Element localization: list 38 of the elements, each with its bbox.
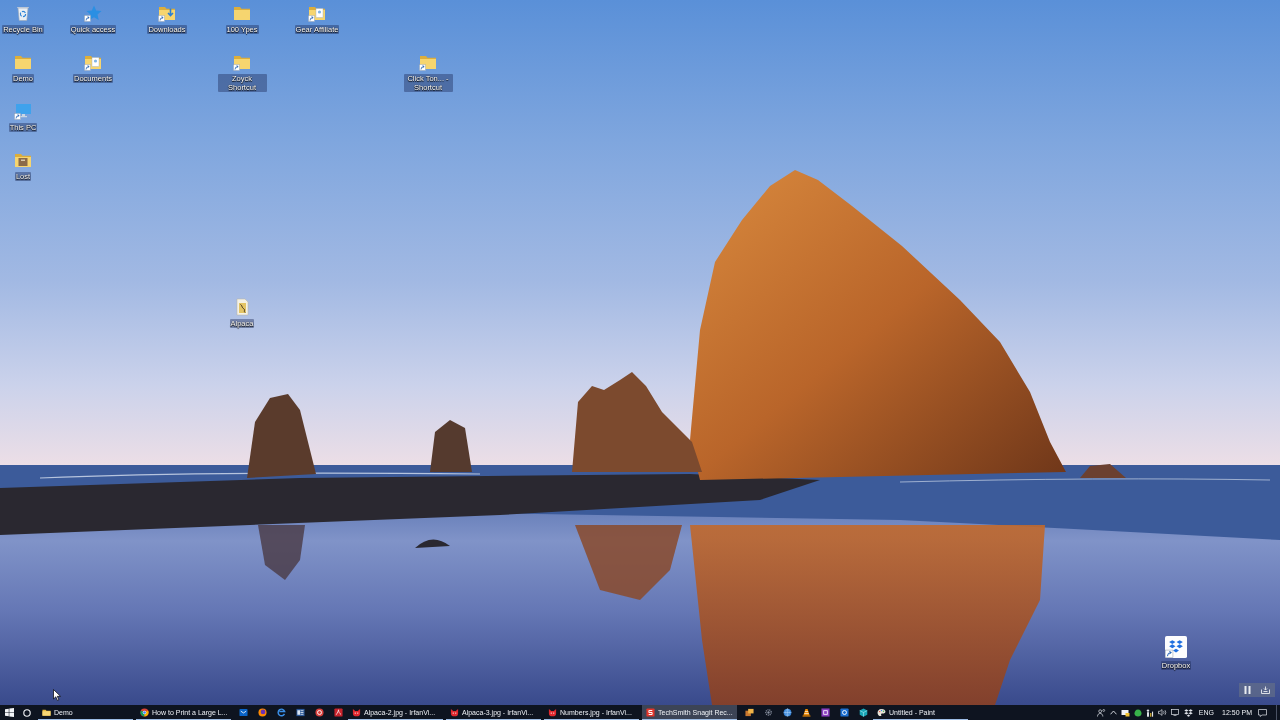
segmented-circle-icon xyxy=(140,708,149,717)
notification-icon[interactable] xyxy=(1258,708,1267,717)
chevron-up-icon[interactable] xyxy=(1109,710,1117,715)
rock-reflection xyxy=(258,525,305,580)
pause-icon[interactable] xyxy=(1244,686,1251,694)
palette-icon xyxy=(877,708,886,717)
inbox-icon[interactable] xyxy=(1261,686,1270,694)
rock xyxy=(1080,464,1126,478)
bars-icon[interactable] xyxy=(1145,708,1154,717)
ring-icon xyxy=(315,708,324,717)
traffic-cone-icon xyxy=(802,708,811,717)
speaker-icon[interactable] xyxy=(1157,709,1167,716)
monitor-icon[interactable] xyxy=(1170,709,1180,716)
cursor-icon xyxy=(53,689,61,701)
diamond-logo-icon[interactable] xyxy=(1183,708,1193,717)
gear-icon xyxy=(764,708,773,717)
peak-tile-icon xyxy=(334,708,343,717)
orb-icon xyxy=(258,708,267,717)
stack-icon xyxy=(745,708,754,717)
cube-icon xyxy=(859,708,868,717)
folder-icon xyxy=(42,708,51,717)
zigzag-tile-icon xyxy=(646,708,655,717)
mail-tile-icon xyxy=(239,708,248,717)
rock xyxy=(415,539,450,548)
square-tile-icon xyxy=(821,708,830,717)
cat-head-icon xyxy=(548,708,557,717)
people-icon[interactable] xyxy=(1096,708,1106,717)
search-icon xyxy=(23,708,31,717)
cat-head-icon xyxy=(352,708,361,717)
card-icon[interactable] xyxy=(1120,708,1130,717)
ring-tile-icon xyxy=(840,708,849,717)
cat-head-icon xyxy=(450,708,459,717)
blob-icon[interactable] xyxy=(1133,708,1142,717)
document-tile-icon xyxy=(296,708,305,717)
start-icon xyxy=(4,708,14,717)
globe-icon xyxy=(783,708,792,717)
swirl-icon xyxy=(277,708,286,717)
sea-stack xyxy=(430,420,472,472)
